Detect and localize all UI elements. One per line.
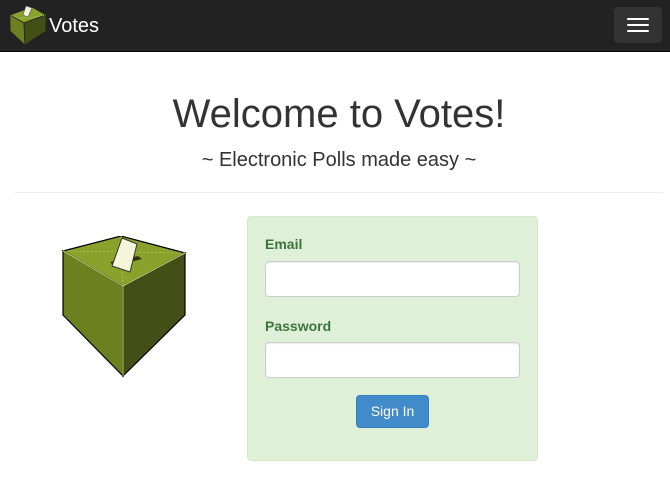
sign-in-button[interactable]: Sign In <box>356 395 429 428</box>
page-title: Welcome to Votes! <box>172 92 506 136</box>
ballot-box-illustration-icon <box>61 236 187 378</box>
menu-toggle-button[interactable] <box>614 7 662 43</box>
email-field[interactable] <box>265 261 520 297</box>
login-form: Email Password Sign In <box>247 216 538 461</box>
header-divider <box>15 192 663 193</box>
page-header: Welcome to Votes! ~ Electronic Polls mad… <box>15 52 663 171</box>
navbar: Votes <box>0 0 670 52</box>
ballot-box-logo-icon <box>9 5 47 46</box>
brand-link[interactable]: Votes <box>8 4 99 48</box>
password-label: Password <box>265 318 332 334</box>
email-label: Email <box>265 236 303 252</box>
password-field[interactable] <box>265 342 520 378</box>
page-subtitle: ~ Electronic Polls made easy ~ <box>201 149 477 171</box>
brand-title: Votes <box>49 15 100 37</box>
